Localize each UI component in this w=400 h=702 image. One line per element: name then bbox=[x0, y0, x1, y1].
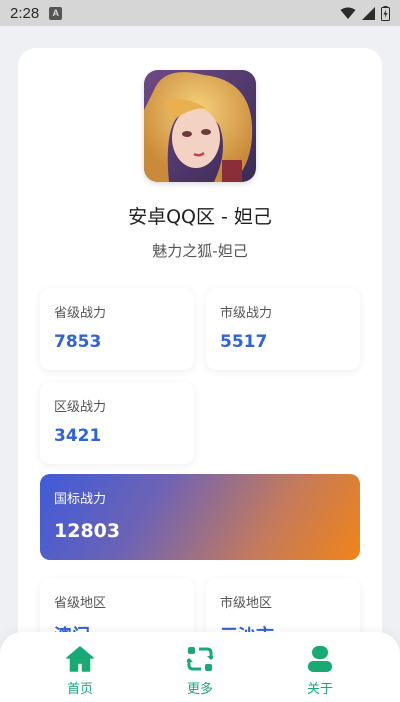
nav-more[interactable]: 更多 bbox=[160, 646, 240, 697]
signal-icon bbox=[362, 6, 375, 20]
refresh-icon bbox=[187, 647, 213, 671]
nav-about[interactable]: 关于 bbox=[280, 646, 360, 697]
status-icons bbox=[340, 5, 390, 21]
a-box-icon: A bbox=[49, 6, 63, 20]
nav-about-label: 关于 bbox=[306, 682, 333, 697]
status-time: 2:28 bbox=[10, 4, 40, 22]
province-power-card: 省级战力 7853 bbox=[40, 288, 194, 370]
district-power-value: 3421 bbox=[54, 426, 102, 446]
city-power-value: 5517 bbox=[220, 332, 268, 352]
hero-title: 魅力之狐-妲己 bbox=[152, 242, 248, 260]
city-region-label: 市级地区 bbox=[220, 596, 273, 611]
province-power-value: 7853 bbox=[54, 332, 102, 352]
national-power-card: 国标战力 12803 bbox=[40, 474, 360, 560]
user-icon bbox=[308, 646, 332, 672]
hero-portrait bbox=[144, 70, 256, 182]
bottom-nav: 首页 更多 关于 bbox=[0, 632, 400, 702]
nav-home-label: 首页 bbox=[66, 682, 93, 697]
province-power-label: 省级战力 bbox=[54, 306, 107, 321]
city-power-card: 市级战力 5517 bbox=[206, 288, 360, 370]
national-power-label: 国标战力 bbox=[54, 492, 107, 507]
hero-name: 安卓QQ区 - 妲己 bbox=[128, 206, 272, 228]
home-icon bbox=[66, 646, 94, 672]
status-bar: 2:28 A bbox=[0, 0, 400, 26]
district-power-card: 区级战力 3421 bbox=[40, 382, 194, 464]
battery-icon bbox=[381, 5, 390, 21]
city-power-label: 市级战力 bbox=[220, 306, 273, 321]
hero-card: 安卓QQ区 - 妲己 魅力之狐-妲己 省级战力 7853 市级战力 5517 区… bbox=[18, 48, 382, 702]
wifi-icon bbox=[340, 7, 356, 19]
nav-home[interactable]: 首页 bbox=[40, 646, 120, 697]
national-power-value: 12803 bbox=[54, 520, 121, 542]
nav-more-label: 更多 bbox=[186, 682, 213, 697]
province-region-label: 省级地区 bbox=[54, 596, 107, 611]
district-power-label: 区级战力 bbox=[54, 400, 107, 415]
